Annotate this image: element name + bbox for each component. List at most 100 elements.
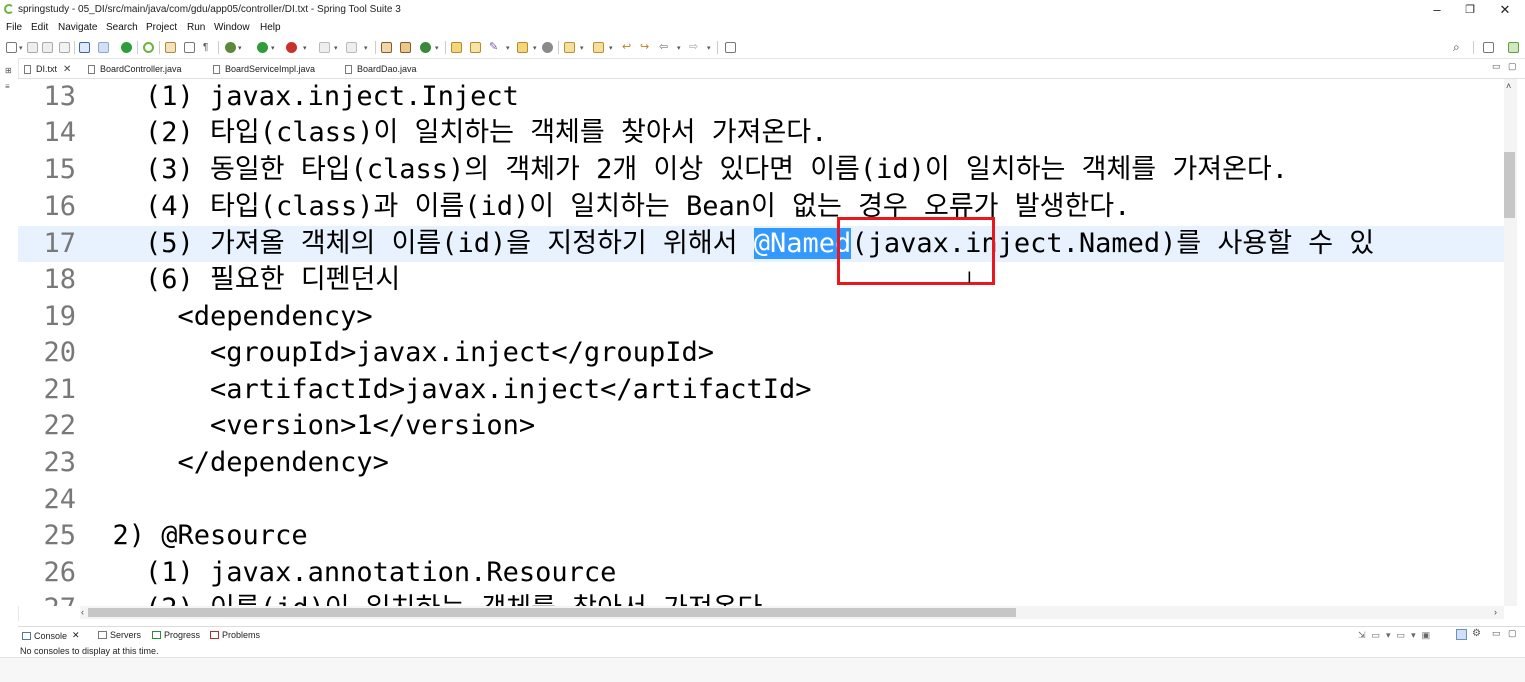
line-text: <dependency> xyxy=(80,301,373,332)
print-icon[interactable] xyxy=(59,42,70,53)
pilcrow-icon[interactable]: ¶ xyxy=(203,42,214,53)
editor-line: 13 (1) javax.inject.Inject xyxy=(18,79,1504,115)
tab-board-service-impl[interactable]: BoardServiceImpl.java xyxy=(213,62,315,76)
menu-window[interactable]: Window xyxy=(214,22,250,33)
line-number: 14 xyxy=(43,117,76,148)
line-text: <groupId>javax.inject</groupId> xyxy=(80,337,714,368)
line-text: (2) 타입(class)이 일치하는 객체를 찾아서 가져온다. xyxy=(80,117,828,148)
horizontal-scroll-thumb[interactable] xyxy=(88,608,1016,617)
spring-perspective-icon[interactable] xyxy=(1508,42,1519,53)
java-file-icon xyxy=(345,64,352,74)
outline-icon[interactable]: ≡ xyxy=(5,82,10,91)
terminal-icon[interactable] xyxy=(79,42,90,53)
menu-navigate[interactable]: Navigate xyxy=(58,22,97,33)
line-number: 19 xyxy=(43,301,76,332)
scroll-right-icon[interactable]: › xyxy=(1494,607,1497,617)
line-number: 23 xyxy=(43,447,76,478)
line-number: 17 xyxy=(43,228,76,259)
back-icon[interactable]: ⇦ xyxy=(659,42,670,53)
forward-icon[interactable]: ⇨ xyxy=(689,42,700,53)
pin-editor-icon[interactable] xyxy=(725,42,736,53)
globe-icon[interactable] xyxy=(542,42,553,53)
line-text: <artifactId>javax.inject</artifactId> xyxy=(80,374,812,405)
title-bar: springstudy - 05_DI/src/main/java/com/gd… xyxy=(0,0,1525,20)
save-icon[interactable] xyxy=(27,42,38,53)
previous-annotation-icon[interactable] xyxy=(593,42,604,53)
line-text: (2) 이름(id)이 일치하는 객체를 찾아서 가져온다. xyxy=(80,591,779,606)
vertical-scroll-thumb[interactable] xyxy=(1504,152,1515,218)
gear-icon[interactable]: ⚙ xyxy=(1472,628,1481,639)
tab-board-dao[interactable]: BoardDao.java xyxy=(345,62,417,76)
restore-button[interactable]: ❐ xyxy=(1453,1,1487,19)
server-icon[interactable] xyxy=(319,42,330,53)
console-tab-bar: Console ✕ Servers Progress Problems ⇲▭▾▭… xyxy=(18,626,1525,644)
tab-close-icon[interactable]: ✕ xyxy=(72,630,80,641)
tab-servers[interactable]: Servers xyxy=(98,630,141,640)
menu-search[interactable]: Search xyxy=(106,22,138,33)
last-edit-icon[interactable]: ↩ xyxy=(622,42,633,53)
search-icon[interactable]: ⌕ xyxy=(1453,41,1464,53)
show-whitespace-icon[interactable] xyxy=(184,42,195,53)
editor-line: 22 <version>1</version> xyxy=(18,408,1504,444)
run-icon[interactable] xyxy=(257,42,268,53)
line-text: </dependency> xyxy=(80,447,389,478)
new-java-project-icon[interactable] xyxy=(381,42,392,53)
scroll-up-icon[interactable]: ˄ xyxy=(1506,81,1511,91)
tab-close-icon[interactable]: ✕ xyxy=(63,64,71,75)
tab-label: BoardServiceImpl.java xyxy=(225,64,316,74)
open-file-icon[interactable] xyxy=(470,42,481,53)
menu-run[interactable]: Run xyxy=(187,22,205,33)
scroll-left-icon[interactable]: ‹ xyxy=(81,607,84,617)
java-file-icon xyxy=(88,64,95,74)
spring-app-icon xyxy=(4,4,14,14)
menu-edit[interactable]: Edit xyxy=(31,22,48,33)
debug-icon[interactable] xyxy=(225,42,236,53)
menu-project[interactable]: Project xyxy=(146,22,177,33)
boot-dashboard-icon[interactable] xyxy=(121,42,132,53)
menu-file[interactable]: File xyxy=(6,22,22,33)
save-all-icon[interactable] xyxy=(42,42,53,53)
next-annotation-icon[interactable] xyxy=(564,42,575,53)
maximize-view-icon[interactable]: ▢ xyxy=(1508,628,1517,639)
minimize-view-icon[interactable]: ▭ xyxy=(1492,628,1501,639)
search-folder-icon[interactable] xyxy=(517,42,528,53)
restore-view-icon[interactable]: ⊞ xyxy=(5,66,12,75)
text-editor[interactable]: 13 (1) javax.inject.Inject 14 (2) 타입(cla… xyxy=(18,79,1504,606)
tab-label: BoardController.java xyxy=(100,64,182,74)
spring-icon[interactable] xyxy=(143,42,154,53)
line-number: 25 xyxy=(43,520,76,551)
tab-console[interactable]: Console ✕ xyxy=(22,630,80,641)
line-text: (6) 필요한 디펜던시 xyxy=(80,264,401,295)
menu-bar: File Edit Navigate Search Project Run Wi… xyxy=(0,20,1525,37)
servers-icon xyxy=(98,631,107,639)
open-type-icon[interactable] xyxy=(165,42,176,53)
line-number: 15 xyxy=(43,154,76,185)
external-tools-icon[interactable] xyxy=(286,42,297,53)
open-perspective-icon[interactable] xyxy=(1483,42,1494,53)
tab-di-txt[interactable]: DI.txt ✕ xyxy=(24,62,71,76)
tab-board-controller[interactable]: BoardController.java xyxy=(88,62,182,76)
menu-help[interactable]: Help xyxy=(260,22,281,33)
minimize-editor-icon[interactable]: ▭ xyxy=(1492,61,1501,72)
editor-line-current: 17 (5) 가져올 객체의 이름(id)을 지정하기 위해서 @Named(j… xyxy=(18,226,1504,262)
close-button[interactable]: ✕ xyxy=(1488,1,1522,19)
minimize-button[interactable]: – xyxy=(1420,1,1454,19)
pen-icon[interactable]: ✎ xyxy=(489,42,500,53)
pin-console-icon[interactable] xyxy=(1456,629,1467,640)
new-package-icon[interactable] xyxy=(400,42,411,53)
open-folder-icon[interactable] xyxy=(451,42,462,53)
toggle-mark-icon[interactable] xyxy=(98,42,109,53)
tab-problems[interactable]: Problems xyxy=(210,630,260,640)
line-text: (5) 가져올 객체의 이름(id)을 지정하기 위해서 @Named(java… xyxy=(80,226,1374,262)
new-icon[interactable] xyxy=(6,42,17,53)
tab-label: Console xyxy=(34,630,68,641)
deploy-icon[interactable] xyxy=(346,42,357,53)
console-toolbar[interactable]: ⇲▭▾▭▾▣ xyxy=(1358,630,1436,641)
line-number: 24 xyxy=(43,484,76,515)
forward-edit-icon[interactable]: ↪ xyxy=(640,42,651,53)
maximize-editor-icon[interactable]: ▢ xyxy=(1508,61,1517,72)
new-class-icon[interactable] xyxy=(420,42,431,53)
line-number: 22 xyxy=(43,410,76,441)
tab-label: Servers xyxy=(110,630,142,640)
tab-progress[interactable]: Progress xyxy=(152,630,200,640)
